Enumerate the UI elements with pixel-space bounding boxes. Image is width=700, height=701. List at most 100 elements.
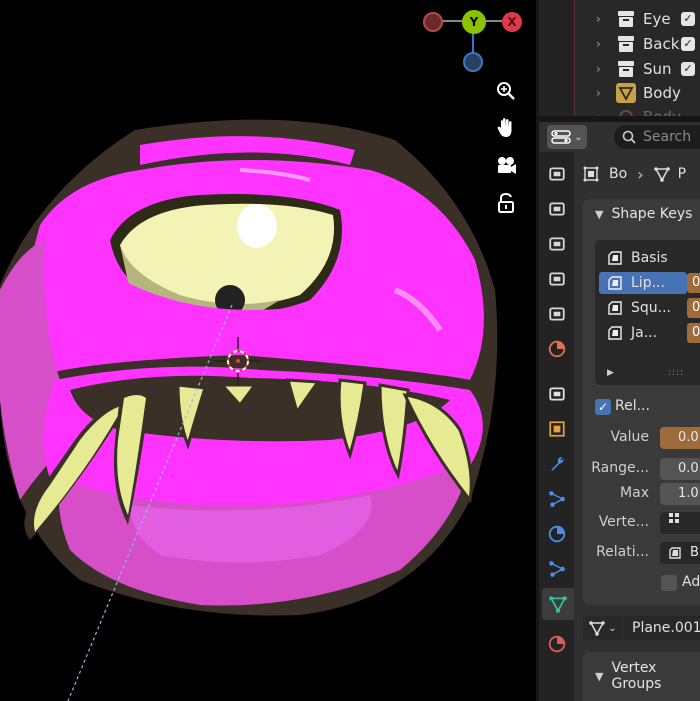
output-icon: [549, 237, 565, 251]
tab-world[interactable]: [545, 337, 569, 361]
max-field[interactable]: 1.0: [660, 483, 700, 505]
collection-icon: [618, 35, 634, 52]
chevron-right-icon[interactable]: ›: [596, 37, 601, 51]
chevron-right-icon: ›: [637, 164, 644, 184]
shape-key-icon: [608, 301, 622, 315]
object-icon: [619, 109, 633, 116]
relative-label: Rel...: [615, 398, 650, 414]
gizmo-neg-x-icon[interactable]: [423, 12, 443, 32]
relative-to-field[interactable]: B: [660, 542, 700, 564]
tab-material[interactable]: [545, 632, 569, 656]
shape-keys-title: Shape Keys: [611, 206, 693, 222]
chevron-right-icon[interactable]: ›: [596, 62, 601, 76]
hand-pan-icon[interactable]: [491, 113, 521, 143]
vertex-group-field[interactable]: [660, 512, 700, 534]
chevron-right-icon[interactable]: ›: [596, 12, 601, 26]
tab-collection[interactable]: [545, 382, 569, 406]
shape-keys-list[interactable]: Basis Lip... 0 Squ... 0 Ja... 0 ▶ ::::: [595, 240, 700, 385]
visibility-checkbox[interactable]: ✓: [681, 61, 695, 76]
relative-to-value: B: [690, 545, 699, 560]
breadcrumb-data: P: [677, 166, 687, 182]
list-expand-icon[interactable]: ▶: [607, 368, 614, 378]
outliner-item[interactable]: ›Body: [539, 104, 700, 116]
outliner-item[interactable]: › Back ✓: [539, 31, 700, 56]
value-field[interactable]: 0.0: [660, 427, 700, 449]
list-resize-grip-icon[interactable]: ::::: [668, 368, 684, 378]
tab-mesh-data[interactable]: [542, 588, 574, 620]
chevron-down-icon: ⌄: [574, 131, 583, 143]
tab-view-layer[interactable]: [545, 267, 569, 291]
add-checkbox[interactable]: [661, 575, 677, 591]
shape-key-icon: [608, 251, 622, 265]
mesh-datablock-selector[interactable]: ⌄: [583, 616, 623, 640]
world-icon: [548, 340, 566, 358]
gizmo-x-axis[interactable]: X: [502, 12, 522, 32]
mesh-data-icon: [549, 596, 567, 613]
outliner[interactable]: ›Eye✓›Back✓›Sun✓›Body›Body: [539, 0, 700, 116]
shape-key-row[interactable]: Lip... 0: [595, 271, 700, 295]
outliner-item-label: Sun: [643, 59, 672, 78]
camera-icon[interactable]: [491, 151, 521, 181]
relative-to-label: Relati...: [596, 544, 649, 560]
shape-key-icon: [608, 326, 622, 340]
gizmo-neg-z-icon[interactable]: [463, 52, 483, 72]
search-placeholder: Search: [643, 129, 692, 145]
vertex-groups-header[interactable]: ▼ Vertex Groups: [595, 660, 700, 692]
shape-key-value[interactable]: 0: [687, 273, 700, 293]
zoom-icon[interactable]: [491, 76, 521, 106]
tab-particles[interactable]: [545, 487, 569, 511]
view-layer-icon: [549, 272, 565, 286]
monster-model: [0, 119, 498, 701]
range-min-field[interactable]: 0.0: [660, 458, 700, 480]
chevron-right-icon[interactable]: ›: [596, 86, 601, 100]
shape-key-row[interactable]: Squ... 0: [595, 296, 700, 320]
tool-icon: [549, 167, 565, 181]
properties-header: ⌄ Search: [539, 122, 700, 152]
tab-output[interactable]: [545, 232, 569, 256]
breadcrumb-object: Bo: [609, 166, 628, 182]
range-min-label: Range...: [591, 460, 649, 476]
value-label: Value: [610, 429, 649, 445]
shape-key-label: Basis: [631, 250, 668, 266]
chevron-down-icon: ⌄: [608, 622, 617, 634]
modifier-wrench-icon: [551, 457, 564, 471]
gizmo-y-axis[interactable]: Y: [462, 10, 486, 34]
shape-key-row[interactable]: Basis: [595, 246, 700, 270]
collection-icon: [549, 387, 565, 401]
breadcrumb: Bo › P: [583, 162, 686, 186]
lock-icon[interactable]: [491, 188, 521, 218]
outliner-item-label: Eye: [643, 9, 671, 28]
tab-scene[interactable]: [545, 302, 569, 326]
3d-viewport[interactable]: Y X: [0, 0, 536, 701]
tab-modifier-wrench[interactable]: [545, 452, 569, 476]
visibility-checkbox[interactable]: ✓: [681, 11, 695, 26]
mesh-data-icon: [653, 167, 670, 182]
chevron-down-icon: ▼: [595, 669, 604, 683]
editor-type-button[interactable]: ⌄: [547, 125, 587, 149]
properties-editor[interactable]: ⌄ Search Bo › P ▼ Shape Keys Basis Lip...…: [539, 122, 700, 701]
shape-key-row[interactable]: Ja... 0: [595, 321, 700, 345]
outliner-item-label: Body: [643, 83, 681, 102]
properties-tabs: [539, 152, 574, 701]
shape-keys-header[interactable]: ▼ Shape Keys: [595, 206, 692, 222]
shape-key-value[interactable]: 0: [687, 298, 700, 318]
relative-checkbox[interactable]: ✓: [595, 399, 611, 415]
gizmo-x-label: X: [507, 15, 517, 29]
physics-icon: [548, 525, 566, 543]
tab-render[interactable]: [545, 197, 569, 221]
shape-key-label: Lip...: [631, 275, 665, 291]
tab-constraints[interactable]: [545, 557, 569, 581]
tab-object[interactable]: [545, 417, 569, 441]
visibility-checkbox[interactable]: ✓: [681, 36, 695, 51]
outliner-item[interactable]: › Body: [539, 80, 700, 105]
shape-key-value[interactable]: 0: [687, 323, 700, 343]
mesh-name-field[interactable]: Plane.001: [624, 616, 700, 640]
outliner-item[interactable]: › Eye ✓: [539, 6, 700, 31]
search-input[interactable]: Search: [614, 125, 700, 149]
tab-physics[interactable]: [545, 522, 569, 546]
outliner-item[interactable]: › Sun ✓: [539, 56, 700, 81]
constraints-icon: [549, 561, 565, 577]
outliner-item-label: Back: [643, 34, 680, 53]
add-label: Add: [682, 574, 700, 590]
tab-tool[interactable]: [545, 162, 569, 186]
